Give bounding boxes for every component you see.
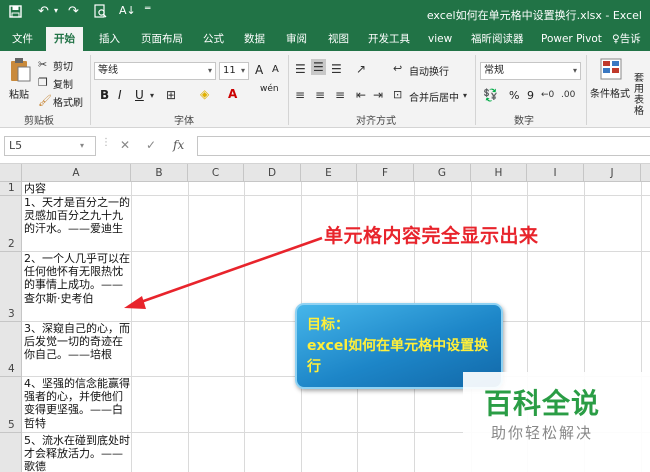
watermark-tagline: 助你轻松解决 — [491, 424, 594, 442]
watermark-logo: 百科全说 — [484, 387, 601, 420]
watermark: 百科全说 助你轻松解决 — [463, 372, 650, 472]
annotation-text: 单元格内容完全显示出来 — [324, 225, 539, 247]
callout-heading: 目标： — [307, 317, 349, 333]
